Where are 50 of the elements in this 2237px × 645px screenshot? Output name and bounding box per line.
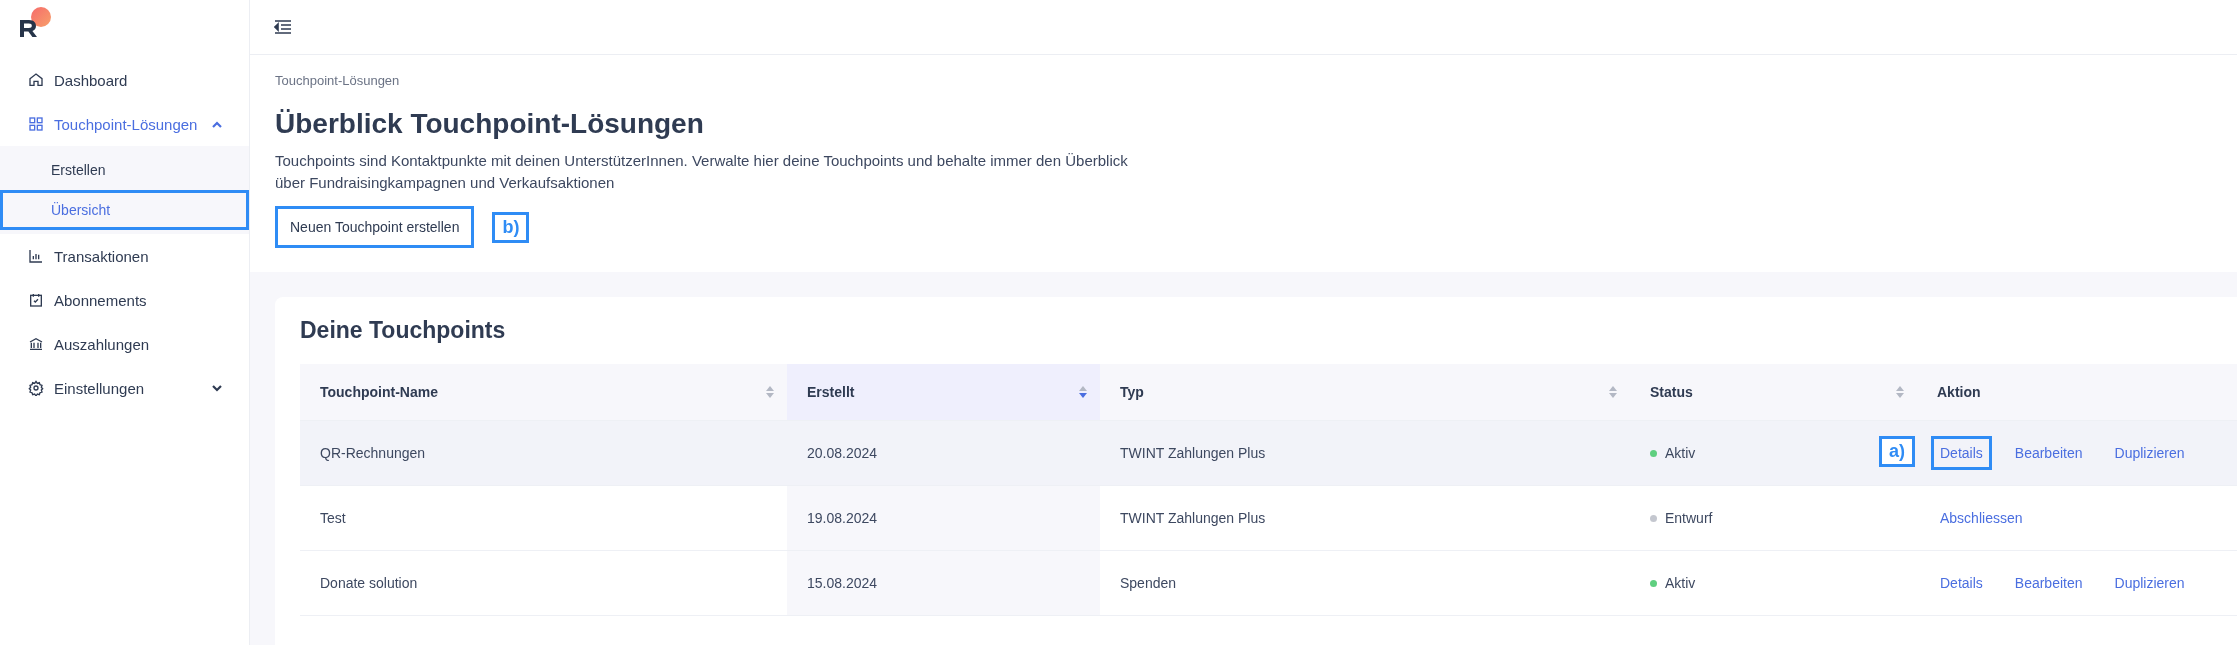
- table-cell: 15.08.2024: [787, 551, 1100, 616]
- sidebar-item[interactable]: Auszahlungen: [0, 322, 249, 366]
- chevron-down-icon: [211, 384, 223, 392]
- sort-icon[interactable]: [765, 385, 775, 399]
- column-header[interactable]: Aktion: [1917, 364, 2237, 421]
- action-link[interactable]: Duplizieren: [2105, 436, 2194, 470]
- table-cell: 19.08.2024: [787, 486, 1100, 551]
- sidebar-item[interactable]: Transaktionen: [0, 234, 249, 278]
- sort-icon[interactable]: [1608, 385, 1618, 399]
- action-link[interactable]: Duplizieren: [2105, 566, 2194, 600]
- sidebar-subitem[interactable]: Übersicht: [0, 190, 249, 230]
- sidebar-item[interactable]: Abonnements: [0, 278, 249, 322]
- calendar-check-icon: [28, 292, 44, 308]
- status-text: Entwurf: [1665, 510, 1713, 526]
- grid-icon: [28, 116, 44, 132]
- column-header[interactable]: Typ: [1100, 364, 1630, 421]
- action-link[interactable]: Details: [1931, 436, 1992, 470]
- bar-chart-icon: [28, 248, 44, 264]
- table-row[interactable]: Test 19.08.2024 TWINT Zahlungen Plus Entwurf Abschliessen: [300, 486, 2237, 551]
- home-icon: [28, 72, 44, 88]
- table-row[interactable]: QR-Rechnungen 20.08.2024 TWINT Zahlungen Plus Aktiv a) Details Bearbeiten Duplizieren: [300, 421, 2237, 486]
- card-title: Deine Touchpoints: [300, 317, 507, 344]
- table-row[interactable]: Donate solution 15.08.2024 Spenden Aktiv Details Bearbeiten Duplizieren: [300, 551, 2237, 616]
- breadcrumb[interactable]: Touchpoint-Lösungen: [275, 73, 400, 88]
- sidebar-item[interactable]: Dashboard: [0, 58, 249, 102]
- column-header[interactable]: Touchpoint-Name: [300, 364, 787, 421]
- bank-icon: [28, 336, 44, 352]
- sidebar-item[interactable]: Einstellungen: [0, 366, 249, 410]
- logo: [18, 6, 52, 38]
- sort-icon[interactable]: [1895, 385, 1905, 399]
- settings-icon: [28, 380, 44, 396]
- sort-icon[interactable]: [1078, 385, 1088, 399]
- action-link[interactable]: Bearbeiten: [2005, 566, 2092, 600]
- action-link[interactable]: Bearbeiten: [2005, 436, 2092, 470]
- page-title: Überblick Touchpoint-Lösungen: [275, 108, 704, 140]
- sidebar-subitem[interactable]: Erstellen: [0, 150, 249, 190]
- action-link[interactable]: Details: [1931, 566, 1992, 600]
- status-text: Aktiv: [1665, 575, 1696, 591]
- annotation-label: b): [492, 211, 530, 243]
- column-header[interactable]: Erstellt: [787, 364, 1100, 421]
- action-link[interactable]: Abschliessen: [1931, 501, 2032, 535]
- create-touchpoint-button[interactable]: Neuen Touchpoint erstellen: [275, 206, 475, 248]
- annotation-label: a): [1879, 436, 1915, 467]
- collapse-menu-icon[interactable]: [274, 19, 292, 35]
- sidebar-item[interactable]: Touchpoint-Lösungen: [0, 102, 249, 146]
- status-text: Aktiv: [1665, 445, 1696, 461]
- chevron-up-icon: [211, 120, 223, 128]
- page-description: Touchpoints sind Kontaktpunkte mit deinen UnterstützerInnen. Verwalte hier deine Touchpoints und behalte immer den Überblick über Fundraisingkampagnen und Verkaufsaktionen: [275, 151, 1129, 193]
- table-cell: Spenden: [1100, 551, 1630, 616]
- column-header[interactable]: Status: [1630, 364, 1917, 421]
